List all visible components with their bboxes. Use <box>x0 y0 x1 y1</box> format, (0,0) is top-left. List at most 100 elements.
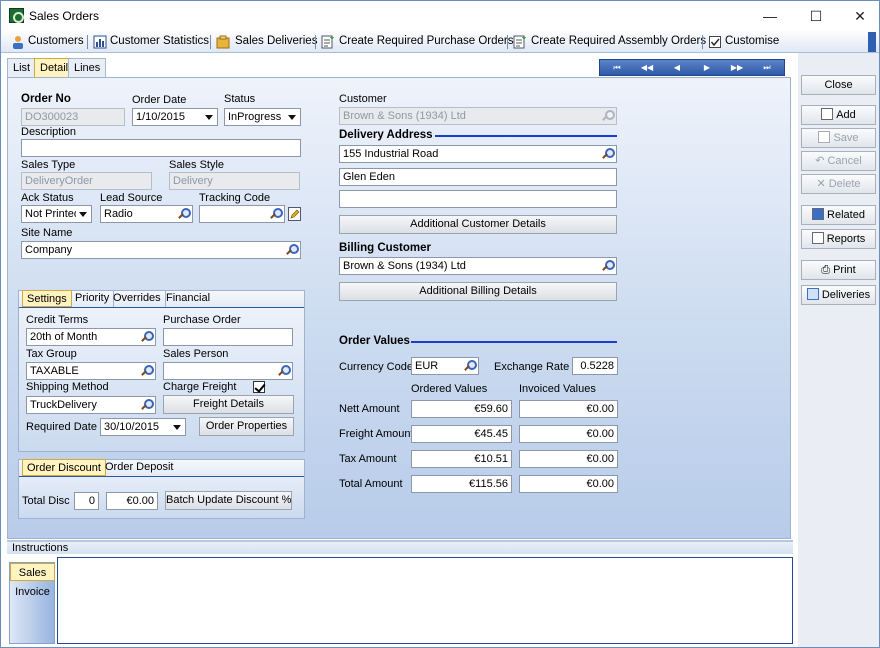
lookup-icon[interactable] <box>600 147 615 161</box>
chevron-down-icon[interactable] <box>202 110 216 124</box>
lookup-icon[interactable] <box>268 207 283 221</box>
lookup-icon[interactable] <box>176 207 191 221</box>
lookup-icon[interactable] <box>462 359 477 373</box>
freight-ordered-field[interactable]: €45.45 <box>411 425 512 443</box>
delete-button[interactable]: ✕ Delete <box>801 174 876 194</box>
tab-financial[interactable]: Financial <box>162 290 214 307</box>
lookup-icon[interactable] <box>139 364 154 378</box>
lookup-icon[interactable] <box>139 398 154 412</box>
related-button[interactable]: Related <box>801 205 876 225</box>
freight-invoiced-field[interactable]: €0.00 <box>519 425 618 443</box>
create-purchase-orders-button[interactable]: Create Required Purchase Orders <box>339 35 514 47</box>
create-assembly-orders-button[interactable]: Create Required Assembly Orders <box>531 35 706 47</box>
credit-terms-input[interactable]: 20th of Month <box>26 328 156 346</box>
customer-field[interactable]: Brown & Sons (1934) Ltd <box>339 107 617 125</box>
sales-style-field[interactable]: Delivery <box>169 172 300 190</box>
lead-source-input[interactable]: Radio <box>100 205 193 223</box>
lookup-icon[interactable] <box>284 243 299 257</box>
next-record-button[interactable]: ▶ <box>692 60 722 75</box>
customers-button[interactable]: Customers <box>28 35 84 47</box>
tab-list[interactable]: List <box>7 58 37 77</box>
deliveries-button[interactable]: Deliveries <box>801 285 876 305</box>
total-ordered-field[interactable]: €115.56 <box>411 475 512 493</box>
additional-billing-details-button[interactable]: Additional Billing Details <box>339 282 617 301</box>
ack-status-select[interactable]: Not Printed <box>21 205 92 223</box>
delivery-address-line2[interactable]: Glen Eden <box>339 168 617 186</box>
first-record-button[interactable]: ⏮ <box>602 60 632 75</box>
next-page-button[interactable]: ▶▶ <box>722 60 752 75</box>
lookup-icon[interactable] <box>139 330 154 344</box>
customise-checkbox-icon <box>709 36 721 48</box>
tab-order-discount[interactable]: Order Discount <box>22 459 106 476</box>
chevron-down-icon[interactable] <box>76 207 90 221</box>
tax-invoiced-field[interactable]: €0.00 <box>519 450 618 468</box>
tab-order-deposit[interactable]: Order Deposit <box>101 459 177 476</box>
site-name-label: Site Name <box>21 227 73 239</box>
save-button[interactable]: Save <box>801 128 876 148</box>
toolbar-divider <box>315 35 316 49</box>
tab-settings[interactable]: Settings <box>22 290 72 307</box>
ack-status-label: Ack Status <box>21 192 74 204</box>
tab-overrides[interactable]: Overrides <box>109 290 166 307</box>
minimize-button[interactable]: — <box>747 1 793 31</box>
tax-ordered-field[interactable]: €10.51 <box>411 450 512 468</box>
tax-group-input[interactable]: TAXABLE <box>26 362 156 380</box>
purchase-order-input[interactable] <box>163 328 293 346</box>
description-input[interactable] <box>21 139 301 157</box>
tab-lines[interactable]: Lines <box>68 58 107 77</box>
required-date-picker[interactable]: 30/10/2015 <box>100 418 186 436</box>
nett-invoiced-field[interactable]: €0.00 <box>519 400 618 418</box>
close-window-button[interactable]: ✕ <box>837 1 879 31</box>
delivery-address-line1[interactable]: 155 Industrial Road <box>339 145 617 163</box>
tab-priority[interactable]: Priority <box>71 290 115 307</box>
tax-amount-label: Tax Amount <box>339 453 397 465</box>
customise-button[interactable]: Customise <box>725 35 779 47</box>
sales-deliveries-button[interactable]: Sales Deliveries <box>235 35 317 47</box>
toolbar-divider <box>702 35 703 49</box>
close-button[interactable]: Close <box>801 75 876 95</box>
sales-person-input[interactable] <box>163 362 293 380</box>
currency-code-input[interactable]: EUR <box>411 357 479 375</box>
chevron-down-icon[interactable] <box>285 110 299 124</box>
previous-record-button[interactable]: ◀ <box>662 60 692 75</box>
report-icon <box>811 232 824 244</box>
tab-invoice-instructions[interactable]: Invoice <box>10 583 55 601</box>
reports-button[interactable]: Reports <box>801 229 876 249</box>
order-date-picker[interactable]: 1/10/2015 <box>132 108 218 126</box>
lookup-icon[interactable] <box>600 109 615 123</box>
instructions-textarea[interactable] <box>57 557 793 644</box>
create-document-icon <box>321 35 334 49</box>
customer-statistics-button[interactable]: Customer Statistics <box>110 35 209 47</box>
add-button[interactable]: Add <box>801 105 876 125</box>
shipping-method-label: Shipping Method <box>26 381 109 393</box>
total-disc-percent-input[interactable]: 0 <box>74 492 99 510</box>
additional-customer-details-button[interactable]: Additional Customer Details <box>339 215 617 234</box>
tab-sales-instructions[interactable]: Sales <box>10 563 55 581</box>
print-button[interactable]: ⎙ Print <box>801 260 876 280</box>
toolbar-overflow-grip[interactable] <box>868 32 876 52</box>
freight-details-button[interactable]: Freight Details <box>163 395 294 414</box>
lookup-icon[interactable] <box>276 364 291 378</box>
site-name-input[interactable]: Company <box>21 241 301 259</box>
status-select[interactable]: InProgress <box>224 108 301 126</box>
order-no-field[interactable]: DO300023 <box>21 108 125 126</box>
delivery-address-line3[interactable] <box>339 190 617 208</box>
exchange-rate-input[interactable]: 0.5228 <box>572 357 618 375</box>
edit-pencil-icon[interactable] <box>288 207 301 221</box>
maximize-button[interactable]: ☐ <box>793 1 839 31</box>
charge-freight-checkbox[interactable] <box>253 381 265 393</box>
chevron-down-icon[interactable] <box>170 420 184 434</box>
billing-customer-input[interactable]: Brown & Sons (1934) Ltd <box>339 257 617 275</box>
lookup-icon[interactable] <box>600 259 615 273</box>
total-invoiced-field[interactable]: €0.00 <box>519 475 618 493</box>
last-record-button[interactable]: ⏭ <box>752 60 782 75</box>
tracking-code-input[interactable] <box>199 205 285 223</box>
batch-update-discount-button[interactable]: Batch Update Discount % <box>165 491 292 510</box>
order-properties-button[interactable]: Order Properties <box>199 417 294 436</box>
previous-page-button[interactable]: ◀◀ <box>632 60 662 75</box>
nett-ordered-field[interactable]: €59.60 <box>411 400 512 418</box>
total-disc-amount-input[interactable]: €0.00 <box>106 492 158 510</box>
sales-type-field[interactable]: DeliveryOrder <box>21 172 152 190</box>
shipping-method-input[interactable]: TruckDelivery <box>26 396 156 414</box>
cancel-button[interactable]: ↶ Cancel <box>801 151 876 171</box>
